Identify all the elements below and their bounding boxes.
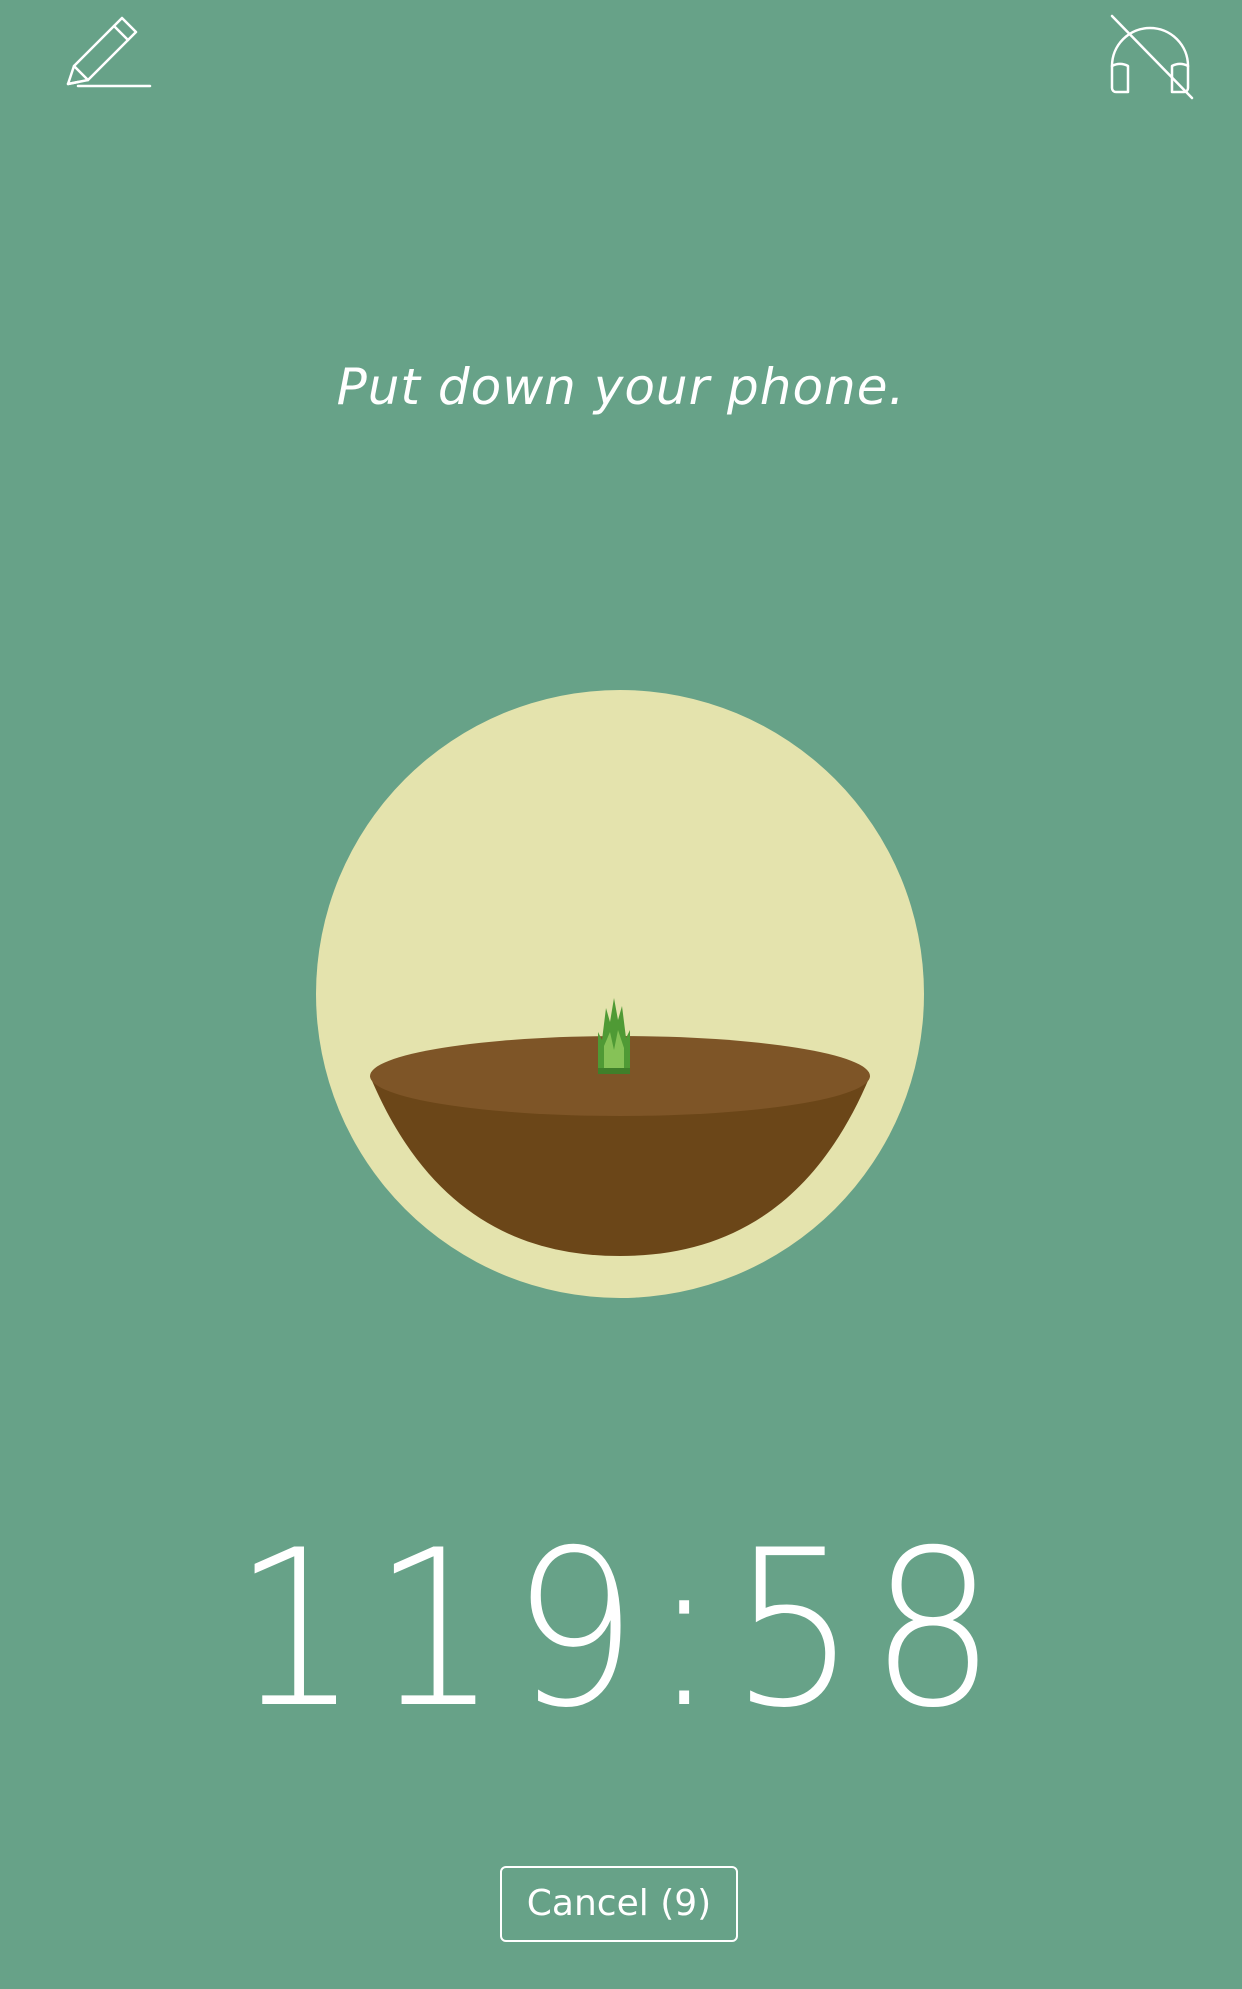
motto-text: Put down your phone.: [336, 358, 906, 416]
pencil-icon: [58, 6, 158, 106]
tree-growth-scene: [316, 690, 924, 1298]
cancel-button[interactable]: Cancel (9): [500, 1866, 738, 1942]
sound-toggle-button[interactable]: [1100, 6, 1200, 106]
headphones-muted-icon: [1100, 6, 1200, 106]
countdown-timer: 119:58: [232, 1504, 1010, 1755]
edit-tag-button[interactable]: [58, 6, 158, 106]
